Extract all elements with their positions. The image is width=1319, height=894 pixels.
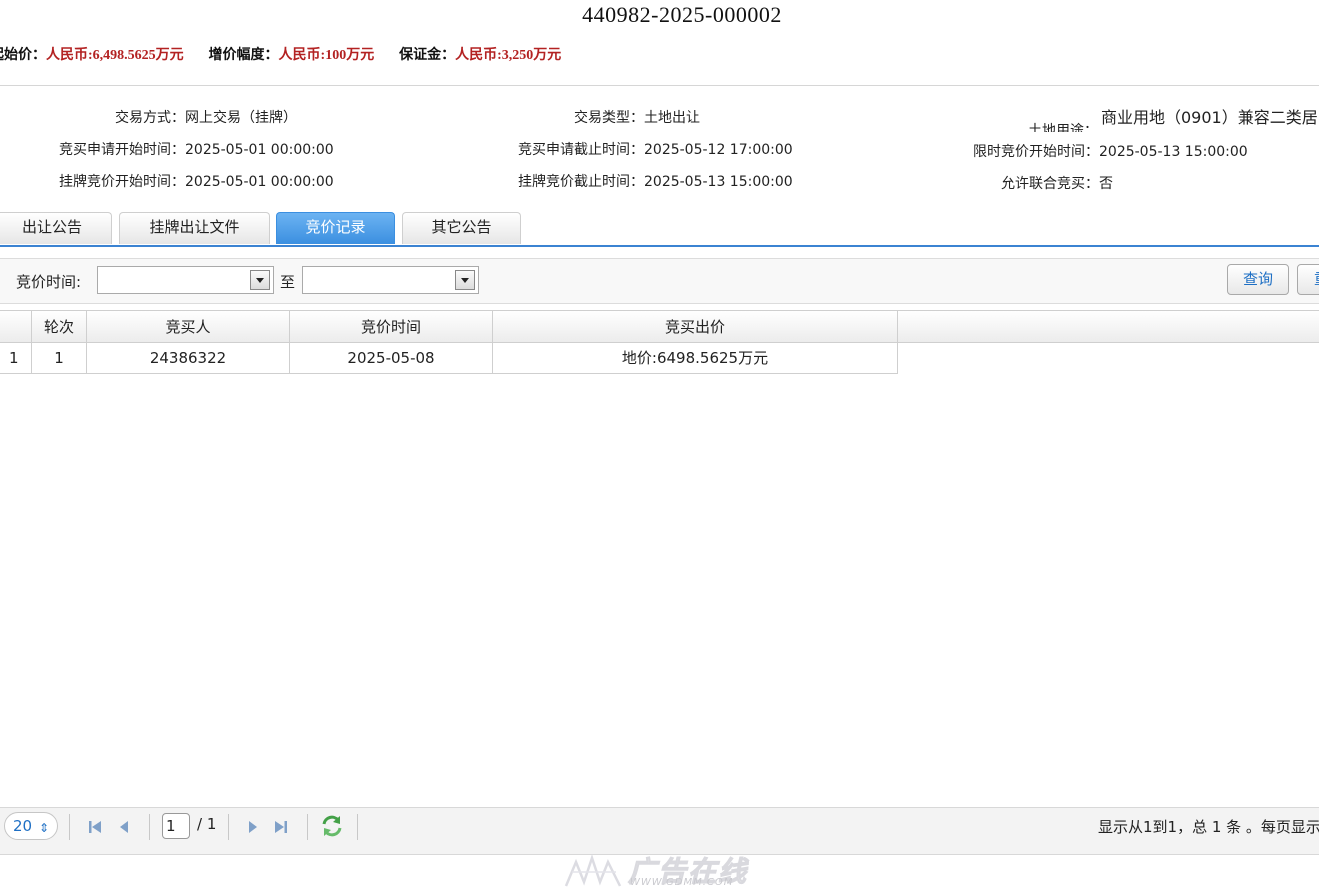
last-page-icon[interactable] — [270, 814, 292, 840]
info-apply-start: 竞买申请开始时间：2025-05-01 00:00:00 — [0, 139, 334, 159]
joint-label: 允许联合竞买： — [1001, 176, 1099, 192]
cell-bid-price: 地价:6498.5625万元 — [493, 343, 898, 374]
pager-separator — [357, 814, 358, 840]
refresh-icon[interactable] — [318, 812, 346, 840]
chevron-down-icon[interactable] — [250, 270, 270, 290]
pager-separator — [69, 814, 70, 840]
bid-time-start-select[interactable] — [97, 266, 274, 294]
cell-bidder: 24386322 — [87, 343, 290, 374]
cell-bid-time: 2025-05-08 — [290, 343, 493, 374]
apply-end-label: 竞买申请截止时间： — [518, 142, 644, 158]
info-joint: 允许联合竞买：否 — [900, 173, 1113, 193]
joint-value: 否 — [1099, 176, 1113, 192]
column-header-bid-price[interactable]: 竞买出价 — [493, 311, 898, 343]
listing-start-value: 2025-05-01 00:00:00 — [185, 174, 334, 190]
pager-separator — [307, 814, 308, 840]
total-pages: / 1 — [197, 815, 217, 833]
price-summary: 起始价：人民币:6,498.5625万元 增价幅度：人民币:100万元 保证金：… — [0, 44, 581, 64]
bid-time-label: 竞价时间: — [16, 273, 82, 291]
column-header-round[interactable]: 轮次 — [32, 311, 87, 343]
land-use-label: 土地用途： — [1028, 123, 1098, 132]
trade-method-label: 交易方式： — [115, 110, 185, 126]
start-price-label: 起始价： — [0, 47, 46, 63]
apply-end-value: 2025-05-12 17:00:00 — [644, 142, 793, 158]
first-page-icon[interactable] — [84, 814, 106, 840]
column-header-bidder[interactable]: 竞买人 — [87, 311, 290, 343]
bid-time-end-select[interactable] — [302, 266, 479, 294]
listing-end-value: 2025-05-13 15:00:00 — [644, 174, 793, 190]
listing-end-label: 挂牌竞价截止时间： — [518, 174, 644, 190]
apply-start-label: 竞买申请开始时间： — [59, 142, 185, 158]
page-number-input[interactable]: 1 — [162, 813, 190, 839]
cell-round: 1 — [32, 343, 87, 374]
query-button[interactable]: 查询 — [1227, 264, 1289, 295]
tab-transfer-notice[interactable]: 出让公告 — [0, 212, 112, 244]
increment-label: 增价幅度： — [208, 47, 279, 63]
pager-separator — [149, 814, 150, 840]
info-listing-start: 挂牌竞价开始时间：2025-05-01 00:00:00 — [0, 171, 334, 191]
page-size-value: 20 — [13, 817, 33, 835]
land-use-value: 商业用地（0901）兼容二类居 — [1101, 108, 1318, 127]
info-apply-end: 竞买申请截止时间：2025-05-12 17:00:00 — [460, 139, 793, 159]
increment-value: 人民币:100万元 — [278, 48, 375, 63]
watermark-url: WWW.GDMM.COM — [630, 877, 734, 888]
column-header-filler — [898, 311, 1319, 343]
header-divider — [0, 85, 1319, 86]
deposit-label: 保证金： — [399, 47, 456, 63]
next-page-icon[interactable] — [242, 814, 264, 840]
listing-start-label: 挂牌竞价开始时间： — [59, 174, 185, 190]
watermark-logo-icon — [562, 852, 626, 890]
tab-bid-records[interactable]: 竞价记录 — [276, 212, 395, 244]
trade-method-value: 网上交易（挂牌） — [185, 110, 297, 126]
chevron-updown-icon: ⇕ — [38, 821, 49, 835]
to-label: 至 — [280, 273, 296, 291]
limit-start-label: 限时竞价开始时间： — [973, 144, 1099, 160]
info-trade-method: 交易方式：网上交易（挂牌） — [0, 107, 297, 127]
limit-start-value: 2025-05-13 15:00:00 — [1099, 144, 1248, 160]
info-trade-type: 交易类型：土地出让 — [460, 107, 700, 127]
reset-button[interactable]: 重置 — [1297, 264, 1319, 295]
tab-other-notices[interactable]: 其它公告 — [402, 212, 521, 244]
start-price-value: 人民币:6,498.5625万元 — [46, 48, 184, 63]
page-size-select[interactable]: 20 ⇕ — [4, 812, 58, 840]
column-header-bid-time[interactable]: 竞价时间 — [290, 311, 493, 343]
info-limit-start: 限时竞价开始时间：2025-05-13 15:00:00 — [900, 141, 1248, 161]
tab-underline — [0, 245, 1319, 247]
row-number: 1 — [0, 343, 32, 374]
apply-start-value: 2025-05-01 00:00:00 — [185, 142, 334, 158]
previous-page-icon[interactable] — [113, 814, 135, 840]
trade-type-label: 交易类型： — [574, 110, 644, 126]
row-number-header — [0, 311, 32, 343]
chevron-down-icon[interactable] — [455, 270, 475, 290]
deposit-value: 人民币:3,250万元 — [455, 48, 562, 63]
trade-type-value: 土地出让 — [644, 110, 700, 126]
page-title: 440982-2025-000002 — [582, 2, 782, 27]
tab-listing-documents[interactable]: 挂牌出让文件 — [119, 212, 270, 244]
pagination-info: 显示从1到1，总 1 条 。每页显示 — [1098, 818, 1319, 836]
info-land-use-label: 土地用途： — [990, 114, 1098, 132]
info-listing-end: 挂牌竞价截止时间：2025-05-13 15:00:00 — [460, 171, 793, 191]
pager-separator — [228, 814, 229, 840]
